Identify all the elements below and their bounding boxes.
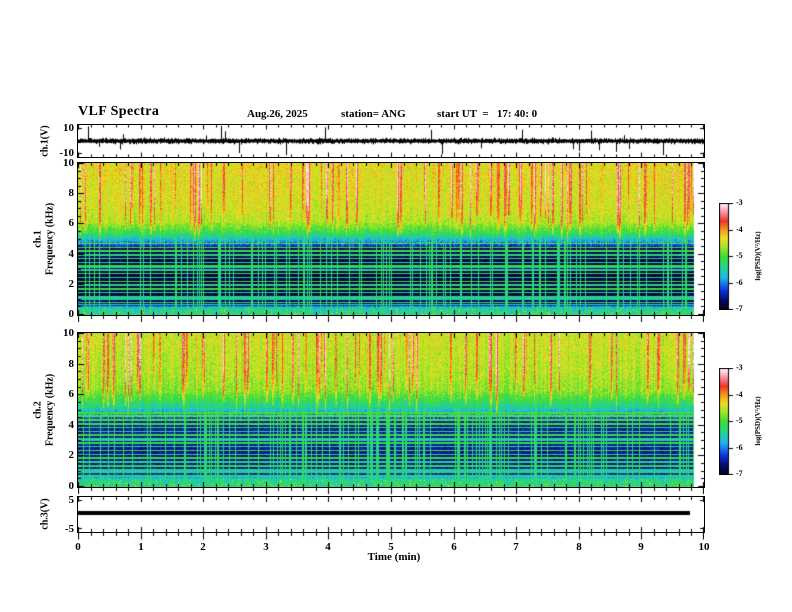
x-tick: 2 [200,541,206,553]
ch1-ytick: 10 [63,122,74,134]
spec1-ytick: 10 [63,157,74,169]
colorbar2-tick: -4 [736,390,743,399]
colorbar1-tick: -3 [736,198,743,207]
colorbar2-tick: -5 [736,416,743,425]
ch1-spectrogram-canvas [77,162,705,316]
spec2-ytick: 2 [68,449,75,461]
page-title: VLF Spectra [78,104,160,119]
x-tick: 7 [513,541,519,553]
x-tick: 0 [75,541,81,553]
ch1-waveform-canvas [77,124,705,158]
x-tick: 9 [638,541,644,553]
spec1-ytick: 2 [68,278,75,290]
x-tick: 8 [576,541,582,553]
ch3-waveform-canvas [77,496,705,533]
x-tick: 1 [138,541,144,553]
spec2-bottom-ticks [78,488,704,495]
x-tick: 5 [388,541,394,553]
spec1-bottom-ticks [78,316,704,323]
ch1-frequency-axis-label: ch.1 Frequency (kHz) [32,202,56,276]
ch2-spectrogram-canvas [77,332,705,488]
ch3-ytick: -5 [64,523,74,535]
colorbar1-axis-label: log(PSD)(V²/Hz) [753,231,762,281]
spec2-ytick: 4 [68,419,75,431]
colorbar2-tick: -7 [736,469,743,478]
spec1-ytick: 0 [68,308,75,320]
colorbar1-tick: -6 [736,278,743,287]
colorbar1-tick: -4 [736,225,743,234]
ch2-frequency-axis-label: ch.2 Frequency (kHz) [32,373,56,447]
vlf-spectra-figure: VLF Spectra Aug.26, 2025 station= ANG st… [0,0,792,612]
header-start-ut: start UT = 17: 40: 0 [437,108,538,120]
spec2-ytick: 6 [68,388,75,400]
colorbar2-tick: -3 [736,363,743,372]
colorbar1-tick: -5 [736,251,743,260]
spec2-ytick: 8 [68,358,75,370]
spec2-ytick: 10 [63,327,74,339]
x-tick: 10 [698,541,710,553]
x-tick: 6 [451,541,457,553]
x-tick: 3 [263,541,269,553]
x-tick: 4 [325,541,331,553]
ch3-ytick: 5 [68,494,75,506]
colorbar1-tick: -7 [736,304,743,313]
header-date: Aug.26, 2025 [247,108,308,120]
spec2-ytick: 0 [68,480,75,492]
colorbar2-tick: -6 [736,443,743,452]
colorbar2-axis-label: log(PSD)(V²/Hz) [753,396,762,446]
colorbar-ch1 [719,203,734,310]
header-station: station= ANG [341,108,406,120]
spec1-ytick: 4 [68,248,75,260]
spec1-ytick: 8 [68,187,75,199]
spec1-ytick: 6 [68,217,75,229]
colorbar-ch2 [719,368,734,475]
